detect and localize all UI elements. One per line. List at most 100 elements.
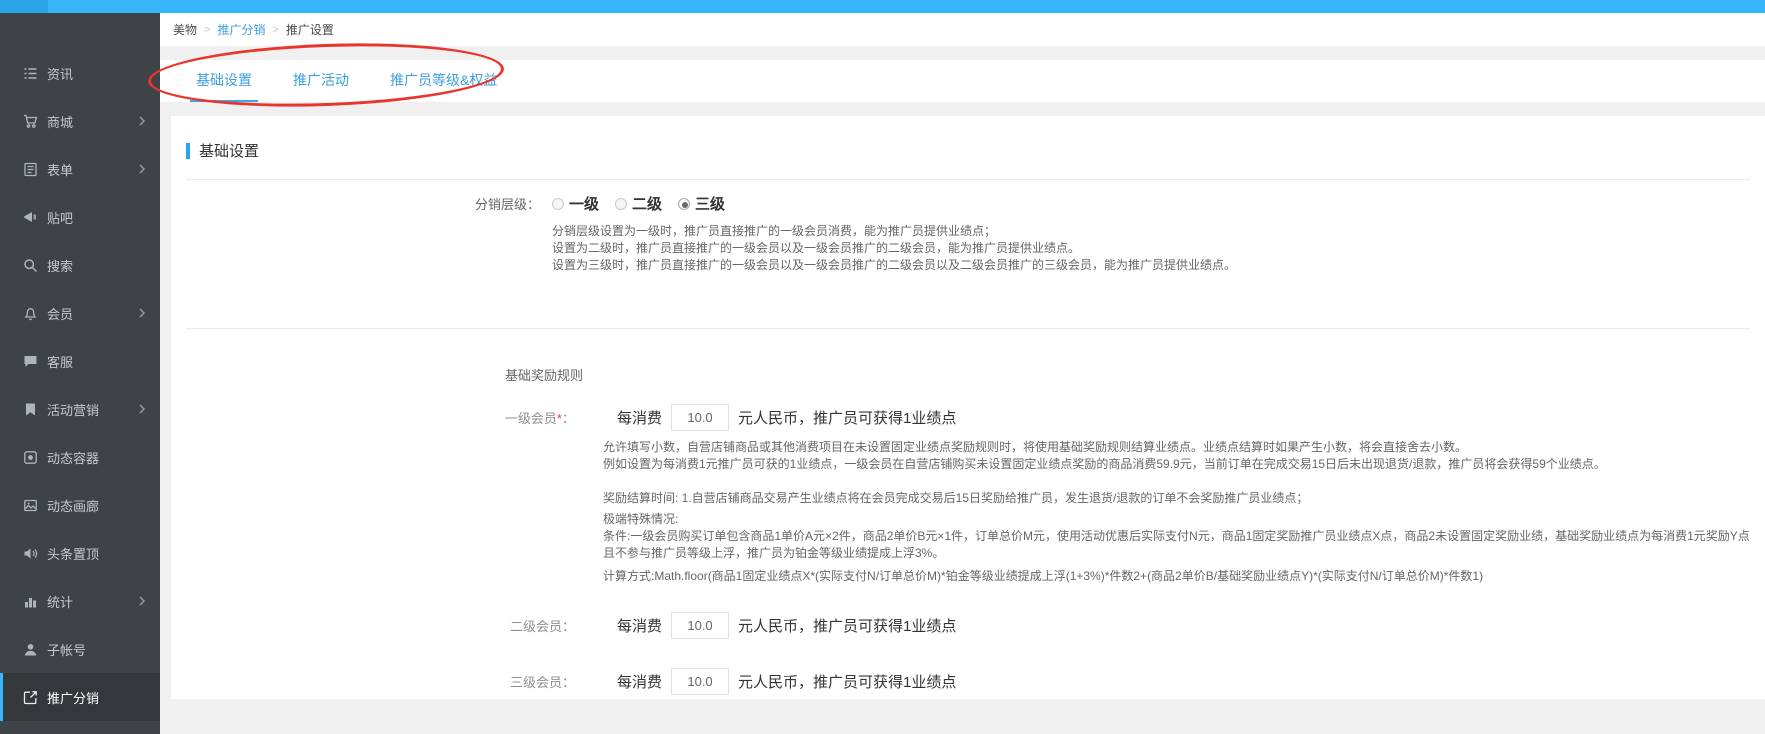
bookmark-icon [22, 401, 38, 417]
tab-bar: 基础设置 推广活动 推广员等级&权益 [160, 60, 1765, 102]
sidebar-item-label: 活动营销 [47, 400, 99, 419]
breadcrumb: 美物 > 推广分销 > 推广设置 [160, 13, 1765, 46]
sidebar-item-container[interactable]: 动态容器 [0, 433, 160, 481]
sidebar-item-forms[interactable]: 表单 [0, 145, 160, 193]
reward-row-label: 三级会员： [186, 672, 575, 691]
reward-row-label: 一级会员*： [186, 408, 575, 427]
spacer-band [160, 102, 1765, 116]
sidebar-item-label: 搜索 [47, 256, 73, 275]
sidebar-item-gallery[interactable]: 动态画廊 [0, 481, 160, 529]
sidebar: 资讯 商城 表单 贴吧 搜索 会员 [0, 13, 160, 734]
tab-basic-settings[interactable]: 基础设置 [190, 60, 258, 102]
sidebar-item-stats[interactable]: 统计 [0, 577, 160, 625]
chevron-right-icon [138, 308, 146, 318]
extreme-case-condition: 条件:一级会员购买订单包含商品1单价A元×2件，商品2单价B元×1件，订单总价M… [603, 528, 1758, 562]
chevron-right-icon [138, 596, 146, 606]
breadcrumb-workspace: 美物 [173, 21, 197, 38]
sidebar-item-news[interactable]: 资讯 [0, 49, 160, 97]
consume-prefix: 每消费 [617, 671, 662, 692]
consume-suffix: 元人民币，推广员可获得1业绩点 [738, 615, 956, 636]
sidebar-item-label: 推广分销 [47, 688, 99, 707]
sidebar-item-mall[interactable]: 商城 [0, 97, 160, 145]
page-title: 基础设置 [199, 140, 259, 161]
radio-icon [615, 198, 627, 210]
divider [186, 328, 1750, 329]
radio-option-level1[interactable]: 一级 [552, 193, 599, 214]
sidebar-item-promotion[interactable]: 推广分销 [0, 673, 160, 721]
sidebar-item-label: 统计 [47, 592, 73, 611]
sidebar-item-marketing[interactable]: 活动营销 [0, 385, 160, 433]
distribution-level-label: 分销层级： [171, 194, 540, 213]
content-panel: 基础设置 分销层级： 一级 二级 三级 分销层级设置为一级 [171, 116, 1765, 699]
help-line: 设置为三级时，推广员直接推广的一级会员以及一级会员推广的二级会员以及二级会员推广… [552, 257, 1765, 274]
sidebar-item-members[interactable]: 会员 [0, 289, 160, 337]
main-area: 美物 > 推广分销 > 推广设置 基础设置 推广活动 推广员等级&权益 基础设置… [160, 13, 1765, 734]
reward-notes: 允许填写小数，自营店铺商品或其他消费项目在未设置固定业绩点奖励规则时，将使用基础… [603, 439, 1758, 585]
help-line: 分销层级设置为一级时，推广员直接推广的一级会员消费，能为推广员提供业绩点； [552, 223, 1765, 240]
level1-amount-input[interactable] [671, 404, 729, 431]
bell-icon [22, 305, 38, 321]
section-header: 基础设置 [186, 140, 1765, 161]
level2-amount-input[interactable] [671, 612, 729, 639]
form-icon [22, 161, 38, 177]
reward-row-level2: 二级会员： 每消费 元人民币，推广员可获得1业绩点 [186, 611, 1765, 639]
radio-option-level2[interactable]: 二级 [615, 193, 662, 214]
note-line: 例如设置为每消费1元推广员可获的1业绩点，一级会员在自营店铺购买未设置固定业绩点… [603, 456, 1758, 473]
chevron-right-icon [138, 164, 146, 174]
chart-icon [22, 593, 38, 609]
distribution-level-radio-group: 一级 二级 三级 [552, 193, 741, 214]
gallery-icon [22, 497, 38, 513]
sidebar-item-headline[interactable]: 头条置顶 [0, 529, 160, 577]
sidebar-item-label: 客服 [47, 352, 73, 371]
cart-icon [22, 113, 38, 129]
sidebar-item-service[interactable]: 客服 [0, 337, 160, 385]
extreme-case-formula: 计算方式:Math.floor(商品1固定业绩点X*(实际支付N/订单总价M)*… [603, 568, 1758, 585]
sidebar-item-label: 动态画廊 [47, 496, 99, 515]
reward-rules-group-label: 基础奖励规则 [186, 365, 583, 384]
breadcrumb-separator: > [272, 24, 278, 36]
tab-promoter-levels[interactable]: 推广员等级&权益 [384, 60, 503, 102]
consume-suffix: 元人民币，推广员可获得1业绩点 [738, 407, 956, 428]
sidebar-item-label: 头条置顶 [47, 544, 99, 563]
sidebar-item-label: 子帐号 [47, 640, 86, 659]
note-line: 允许填写小数，自营店铺商品或其他消费项目在未设置固定业绩点奖励规则时，将使用基础… [603, 439, 1758, 456]
sidebar-item-label: 商城 [47, 112, 73, 131]
chat-icon [22, 353, 38, 369]
share-icon [22, 689, 38, 705]
radio-icon [678, 198, 690, 210]
spacer-band [160, 46, 1765, 60]
top-bar [0, 0, 1765, 13]
sidebar-item-subaccount[interactable]: 子帐号 [0, 625, 160, 673]
list-icon [22, 65, 38, 81]
search-icon [22, 257, 38, 273]
sidebar-item-label: 资讯 [47, 64, 73, 83]
sidebar-item-label: 会员 [47, 304, 73, 323]
tab-promotion-activity[interactable]: 推广活动 [287, 60, 355, 102]
breadcrumb-current: 推广设置 [286, 21, 334, 38]
radio-icon [552, 198, 564, 210]
consume-prefix: 每消费 [617, 407, 662, 428]
divider [186, 179, 1750, 180]
reward-row-level1: 一级会员*： 每消费 元人民币，推广员可获得1业绩点 [186, 403, 1765, 431]
level3-amount-input[interactable] [671, 668, 729, 695]
sidebar-item-search[interactable]: 搜索 [0, 241, 160, 289]
reward-row-level3: 三级会员： 每消费 元人民币，推广员可获得1业绩点 [186, 667, 1765, 695]
consume-suffix: 元人民币，推广员可获得1业绩点 [738, 671, 956, 692]
reward-row-label: 二级会员： [186, 616, 575, 635]
sidebar-item-label: 贴吧 [47, 208, 73, 227]
user-icon [22, 641, 38, 657]
help-line: 设置为二级时，推广员直接推广的一级会员以及一级会员推广的二级会员，能为推广员提供… [552, 240, 1765, 257]
distribution-level-help: 分销层级设置为一级时，推广员直接推广的一级会员消费，能为推广员提供业绩点； 设置… [552, 223, 1765, 274]
speaker-icon [22, 545, 38, 561]
sidebar-item-label: 表单 [47, 160, 73, 179]
sidebar-item-label: 动态容器 [47, 448, 99, 467]
consume-prefix: 每消费 [617, 615, 662, 636]
megaphone-icon [22, 209, 38, 225]
radio-option-level3[interactable]: 三级 [678, 193, 725, 214]
breadcrumb-link-promotion[interactable]: 推广分销 [217, 21, 265, 38]
section-accent-bar [186, 143, 190, 159]
extreme-case-title: 极端特殊情况: [603, 511, 1758, 528]
container-icon [22, 449, 38, 465]
distribution-level-row: 分销层级： 一级 二级 三级 [171, 193, 1765, 214]
sidebar-item-tieba[interactable]: 贴吧 [0, 193, 160, 241]
